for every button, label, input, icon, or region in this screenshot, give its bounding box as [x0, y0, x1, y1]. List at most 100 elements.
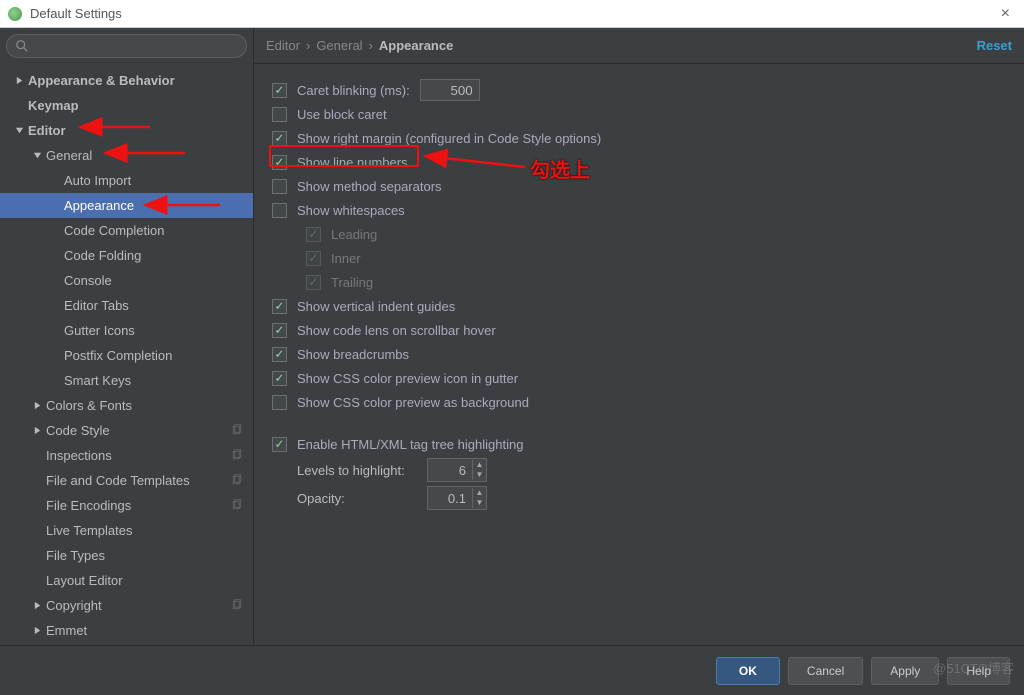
tree-label: Auto Import	[64, 173, 131, 188]
tree-label: Console	[64, 273, 112, 288]
spacer	[48, 199, 62, 213]
label-ws-trailing: Trailing	[331, 275, 373, 290]
chevron-down-icon: ▼	[473, 498, 486, 508]
tree-item-auto-import[interactable]: Auto Import	[0, 168, 253, 193]
chevron-up-icon: ▲	[473, 460, 486, 470]
tree-item-code-completion[interactable]: Code Completion	[0, 218, 253, 243]
tree-item-code-style[interactable]: Code Style	[0, 418, 253, 443]
spinner-opacity[interactable]: 0.1▲▼	[427, 486, 487, 510]
window-title: Default Settings	[30, 6, 122, 21]
spacer	[30, 449, 44, 463]
chevron-right-icon: ›	[369, 38, 373, 53]
tree-item-inspections[interactable]: Inspections	[0, 443, 253, 468]
tree-label: Inspections	[46, 448, 112, 463]
label-ws-inner: Inner	[331, 251, 361, 266]
checkbox-caret-blink[interactable]	[272, 83, 287, 98]
tree-label: Code Style	[46, 423, 110, 438]
tree-item-postfix-completion[interactable]: Postfix Completion	[0, 343, 253, 368]
dialog-footer: OK Cancel Apply Help	[0, 645, 1024, 695]
ok-button[interactable]: OK	[716, 657, 780, 685]
tree-label: Live Templates	[46, 523, 132, 538]
spacer	[12, 99, 26, 113]
spacer	[48, 324, 62, 338]
checkbox-vguides[interactable]	[272, 299, 287, 314]
tree-label: Layout Editor	[46, 573, 123, 588]
tree-item-file-encodings[interactable]: File Encodings	[0, 493, 253, 518]
tree-arrow-icon	[12, 74, 26, 88]
input-caret-blink-ms[interactable]	[420, 79, 480, 101]
tree-item-gutter-icons[interactable]: Gutter Icons	[0, 318, 253, 343]
tree-item-code-folding[interactable]: Code Folding	[0, 243, 253, 268]
label-vguides: Show vertical indent guides	[297, 299, 455, 314]
label-breadcrumbs: Show breadcrumbs	[297, 347, 409, 362]
tree-item-keymap[interactable]: Keymap	[0, 93, 253, 118]
chevron-down-icon: ▼	[473, 470, 486, 480]
tree-item-live-templates[interactable]: Live Templates	[0, 518, 253, 543]
spacer	[48, 274, 62, 288]
tree-label: File and Code Templates	[46, 473, 190, 488]
tree-label: Keymap	[28, 98, 79, 113]
tree-item-emmet[interactable]: Emmet	[0, 618, 253, 643]
spacer	[48, 374, 62, 388]
crumb-general[interactable]: General	[316, 38, 362, 53]
tree-arrow-icon	[30, 149, 44, 163]
checkbox-ws-leading	[306, 227, 321, 242]
tree-item-editor[interactable]: Editor	[0, 118, 253, 143]
checkbox-ws-inner	[306, 251, 321, 266]
label-whitespace: Show whitespaces	[297, 203, 405, 218]
checkbox-xml-tree[interactable]	[272, 437, 287, 452]
checkbox-breadcrumbs[interactable]	[272, 347, 287, 362]
tree-label: Emmet	[46, 623, 87, 638]
tree-label: Code Folding	[64, 248, 141, 263]
crumb-editor[interactable]: Editor	[266, 38, 300, 53]
search-icon	[15, 39, 29, 53]
checkbox-block-caret[interactable]	[272, 107, 287, 122]
sidebar: Appearance & Behavior Keymap EditorGeneral…	[0, 28, 254, 645]
spacer	[30, 524, 44, 538]
chevron-up-icon: ▲	[473, 488, 486, 498]
search-input[interactable]	[6, 34, 247, 58]
apply-button[interactable]: Apply	[871, 657, 939, 685]
tree-item-file-types[interactable]: File Types	[0, 543, 253, 568]
tree-item-general[interactable]: General	[0, 143, 253, 168]
checkbox-css-gutter[interactable]	[272, 371, 287, 386]
label-line-numbers: Show line numbers	[297, 155, 408, 170]
cancel-button[interactable]: Cancel	[788, 657, 863, 685]
tree-item-appearance[interactable]: Appearance	[0, 193, 253, 218]
spacer	[48, 174, 62, 188]
copy-icon	[231, 599, 245, 613]
checkbox-codelens[interactable]	[272, 323, 287, 338]
row-caret-blink: Caret blinking (ms):	[272, 78, 1006, 102]
close-icon[interactable]: ×	[995, 5, 1016, 23]
checkbox-method-sep[interactable]	[272, 179, 287, 194]
label-block-caret: Use block caret	[297, 107, 387, 122]
tree-arrow-icon	[12, 124, 26, 138]
tree-item-appearance-behavior[interactable]: Appearance & Behavior	[0, 68, 253, 93]
tree-label: Smart Keys	[64, 373, 131, 388]
spacer	[30, 499, 44, 513]
chevron-right-icon: ›	[306, 38, 310, 53]
checkbox-css-bg[interactable]	[272, 395, 287, 410]
tree-item-layout-editor[interactable]: Layout Editor	[0, 568, 253, 593]
spacer	[48, 224, 62, 238]
tree-item-editor-tabs[interactable]: Editor Tabs	[0, 293, 253, 318]
label-levels: Levels to highlight:	[297, 463, 417, 478]
checkbox-ws-trailing	[306, 275, 321, 290]
checkbox-right-margin[interactable]	[272, 131, 287, 146]
content-body: Caret blinking (ms): Use block caret Sho…	[254, 64, 1024, 645]
help-button[interactable]: Help	[947, 657, 1010, 685]
tree-item-copyright[interactable]: Copyright	[0, 593, 253, 618]
checkbox-whitespace[interactable]	[272, 203, 287, 218]
tree-item-smart-keys[interactable]: Smart Keys	[0, 368, 253, 393]
tree-label: File Types	[46, 548, 105, 563]
content-pane: Editor › General › Appearance Reset Care…	[254, 28, 1024, 645]
tree-label: Postfix Completion	[64, 348, 172, 363]
spinner-levels[interactable]: 6▲▼	[427, 458, 487, 482]
copy-icon	[231, 474, 245, 488]
tree-item-colors-fonts[interactable]: Colors & Fonts	[0, 393, 253, 418]
checkbox-line-numbers[interactable]	[272, 155, 287, 170]
tree-item-file-and-code-templates[interactable]: File and Code Templates	[0, 468, 253, 493]
tree-item-console[interactable]: Console	[0, 268, 253, 293]
spacer	[48, 249, 62, 263]
reset-link[interactable]: Reset	[977, 38, 1012, 53]
